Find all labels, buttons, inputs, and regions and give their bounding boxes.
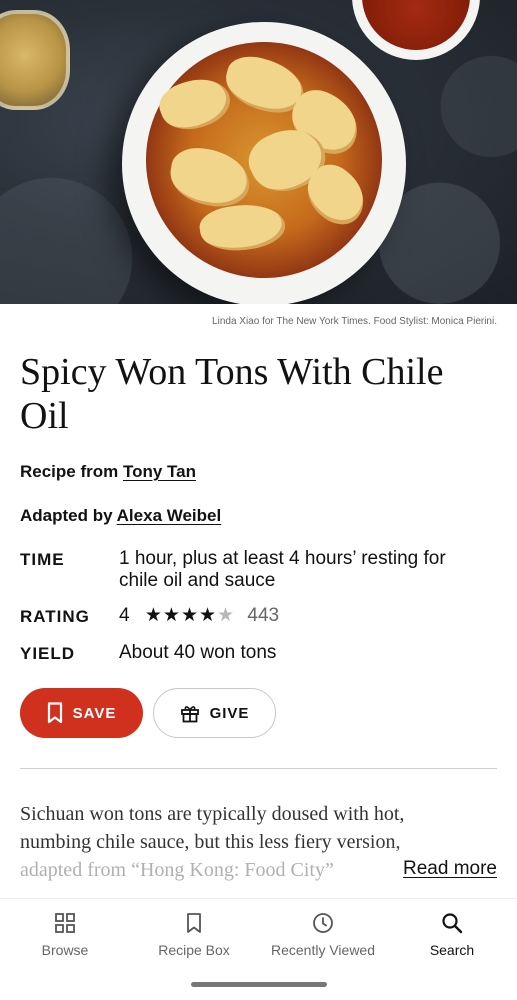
recipe-from: Recipe from Tony Tan	[20, 462, 196, 482]
rating-value: 4	[119, 605, 130, 626]
gift-icon	[180, 706, 199, 723]
time-label: TIME	[20, 550, 65, 569]
adapted-by-label: Adapted by	[20, 506, 113, 525]
yield-value: About 40 won tons	[119, 642, 277, 663]
star-icon: ★	[162, 605, 181, 626]
home-indicator[interactable]	[191, 982, 327, 987]
yield-label: YIELD	[20, 644, 76, 663]
recipe-title: Spicy Won Tons With Chile Oil	[20, 351, 444, 437]
tab-recipe-box[interactable]: Recipe Box	[129, 912, 259, 958]
star-icon: ★	[180, 605, 199, 626]
yield-row: YIELD About 40 won tons	[20, 642, 276, 664]
time-value: 1 hour, plus at least 4 hours’ resting f…	[119, 548, 446, 591]
save-button-label: SAVE	[72, 704, 117, 722]
rating-count: 443	[247, 605, 280, 626]
adapter-link[interactable]: Alexa Weibel	[117, 506, 222, 525]
divider	[20, 768, 497, 769]
grid-icon	[55, 913, 75, 933]
star-empty-icon: ★	[217, 605, 236, 626]
time-row: TIME 1 hour, plus at least 4 hours’ rest…	[20, 548, 474, 592]
give-button[interactable]: GIVE	[153, 688, 276, 738]
recipe-hero-image	[0, 0, 517, 304]
star-icon: ★	[144, 605, 163, 626]
star-icon: ★	[199, 605, 218, 626]
photo-credit: Linda Xiao for The New York Times. Food …	[212, 316, 497, 327]
bookmark-icon	[47, 702, 62, 724]
drink-glass	[0, 10, 70, 110]
rating-label: RATING	[20, 607, 90, 626]
rating-stars: ★★★★★	[145, 605, 242, 626]
tab-recently-viewed[interactable]: Recently Viewed	[258, 912, 388, 958]
rating-row[interactable]: RATING 4 ★★★★★ 443	[20, 605, 279, 627]
tab-search[interactable]: Search	[387, 912, 517, 958]
recipe-from-label: Recipe from	[20, 462, 119, 481]
give-button-label: GIVE	[209, 704, 250, 722]
save-button[interactable]: SAVE	[20, 688, 143, 738]
bookmark-icon	[187, 913, 201, 933]
read-more-link[interactable]: Read more	[383, 858, 497, 880]
search-icon	[442, 913, 463, 934]
adapted-by: Adapted by Alexa Weibel	[20, 506, 221, 526]
tab-browse[interactable]: Browse	[0, 912, 130, 958]
recipe-author-link[interactable]: Tony Tan	[123, 462, 196, 481]
clock-icon	[313, 913, 333, 933]
